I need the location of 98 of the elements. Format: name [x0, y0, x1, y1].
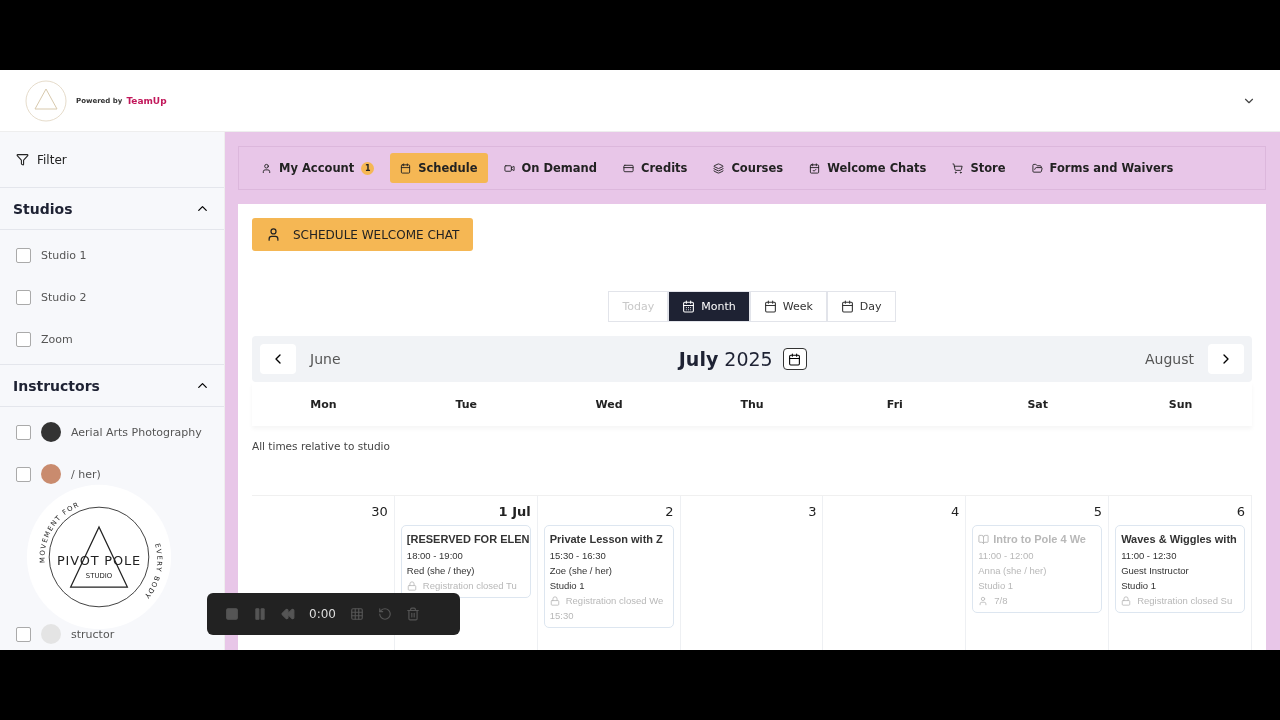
event-room: Studio 1: [978, 580, 1015, 591]
card-icon: [623, 162, 634, 174]
date-picker-button[interactable]: [782, 348, 807, 370]
weekday-label: Fri: [885, 397, 904, 411]
checkbox[interactable]: [16, 331, 31, 347]
filter-option-label[interactable]: Studio 1: [41, 248, 87, 262]
nav-tab[interactable]: Store: [942, 153, 1016, 183]
event-instructor: Anna (she / her): [978, 565, 1048, 576]
checkbox[interactable]: [16, 424, 31, 440]
calendar-icon: [840, 300, 854, 313]
schedule-welcome-chat-button[interactable]: SCHEDULE WELCOME CHAT: [252, 218, 474, 251]
calendar-icon: [788, 352, 802, 366]
lock-icon: [549, 595, 560, 606]
rewind-icon[interactable]: [281, 607, 295, 621]
notification-badge: 1: [361, 161, 375, 175]
previous-month-button[interactable]: [260, 344, 296, 374]
restart-icon[interactable]: [377, 607, 392, 621]
user-icon: [261, 162, 272, 174]
weekday-label: Sun: [1167, 397, 1194, 411]
brand-name: TeamUp: [126, 95, 167, 106]
event-card[interactable]: Waves & Wiggles with 11:00 - 12:30 Guest Instructor Studio 1 Registration closed Su: [1115, 525, 1245, 613]
folder-icon: [1031, 162, 1043, 174]
filter-icon: [16, 153, 29, 166]
day-number: 4: [951, 504, 960, 519]
day-number: 6: [1236, 504, 1245, 519]
event-instructor: Zoe (she / her): [549, 565, 613, 576]
next-month-label[interactable]: August: [1145, 351, 1194, 367]
nav-tab[interactable]: Courses: [703, 153, 794, 183]
nav-tab[interactable]: On Demand: [493, 153, 607, 183]
recording-time: 0:00: [309, 607, 336, 621]
section-title: Studios: [13, 200, 73, 217]
event-time: 11:00 - 12:00: [978, 550, 1035, 561]
event-card[interactable]: Private Lesson with Z 15:30 - 16:30 Zoe (she / her) Studio 1 Registration closed We 15:30: [543, 525, 674, 628]
calendar-icon: [763, 300, 777, 313]
nav-tab[interactable]: My Account 1: [251, 153, 385, 183]
filter-option-label[interactable]: / her): [71, 467, 101, 481]
registration-time: 15:30: [549, 610, 575, 621]
nav-tab[interactable]: Credits: [613, 153, 698, 183]
filter-option-label[interactable]: Studio 2: [41, 290, 87, 304]
event-title: Private Lesson with Z: [549, 532, 664, 546]
filter-option-label[interactable]: Aerial Arts Photography: [71, 425, 202, 439]
event-instructor: Guest Instructor: [1121, 565, 1190, 576]
filter-option-label[interactable]: Zoom: [41, 332, 73, 346]
calendar-check-icon: [809, 162, 821, 174]
day-number: 30: [371, 504, 388, 519]
lock-icon: [1121, 595, 1132, 606]
studio-logo: [24, 78, 68, 123]
user-icon: [266, 227, 281, 242]
calendar-icon: [682, 300, 696, 313]
checkbox[interactable]: [16, 289, 31, 305]
view-mode-button[interactable]: Day: [826, 291, 896, 322]
view-mode-button[interactable]: Week: [749, 291, 827, 322]
video-icon: [503, 162, 515, 174]
event-title: Intro to Pole 4 We: [978, 532, 1097, 546]
registration-status: Registration closed Su: [1137, 595, 1233, 606]
timezone-note: All times relative to studio: [252, 426, 1252, 496]
registration-status: Registration closed Tu: [422, 580, 517, 591]
event-time: 18:00 - 19:00: [406, 550, 464, 561]
weekday-label: Sat: [1026, 397, 1049, 411]
calendar-icon: [400, 162, 412, 174]
filter-label[interactable]: Filter: [37, 152, 67, 167]
filter-option-label[interactable]: structor: [71, 627, 115, 641]
lock-icon: [406, 580, 417, 591]
event-room: Studio 1: [549, 580, 586, 591]
event-room: Studio 1: [1121, 580, 1157, 591]
section-title: Instructors: [13, 377, 100, 394]
nav-tab[interactable]: Welcome Chats: [799, 153, 937, 183]
checkbox[interactable]: [16, 247, 31, 263]
registration-status: Registration closed We: [565, 595, 664, 606]
next-month-button[interactable]: [1208, 344, 1244, 374]
previous-month-label[interactable]: June: [310, 351, 341, 367]
nav-tab[interactable]: Forms and Waivers: [1021, 153, 1184, 183]
event-instructor: Red (she / they): [406, 565, 476, 576]
day-number: 3: [808, 504, 817, 519]
event-title: Waves & Wiggles with: [1121, 532, 1238, 546]
event-time: 11:00 - 12:30: [1121, 550, 1178, 561]
stop-icon[interactable]: [225, 607, 239, 621]
day-number: 1 Jul: [498, 504, 531, 519]
delete-icon[interactable]: [405, 607, 420, 621]
weekday-label: Tue: [454, 397, 479, 411]
grid-icon[interactable]: [349, 607, 364, 621]
weekday-label: Thu: [739, 397, 765, 411]
weekday-label: Mon: [309, 397, 338, 411]
cart-icon: [952, 162, 964, 174]
view-mode-button[interactable]: Month: [668, 291, 750, 322]
day-number: 2: [665, 504, 674, 519]
nav-tab[interactable]: Schedule: [390, 153, 488, 183]
month-title: July 2025: [678, 348, 773, 370]
checkbox[interactable]: [16, 466, 31, 482]
event-time: 15:30 - 16:30: [549, 550, 607, 561]
weekday-label: Wed: [594, 397, 624, 411]
capacity-count: 7/8: [994, 595, 1008, 606]
person-icon: [978, 595, 989, 606]
layers-icon: [713, 162, 725, 174]
day-number: 5: [1093, 504, 1103, 519]
book-icon: [978, 533, 990, 545]
checkbox[interactable]: [16, 626, 31, 642]
pause-icon[interactable]: [253, 607, 267, 621]
